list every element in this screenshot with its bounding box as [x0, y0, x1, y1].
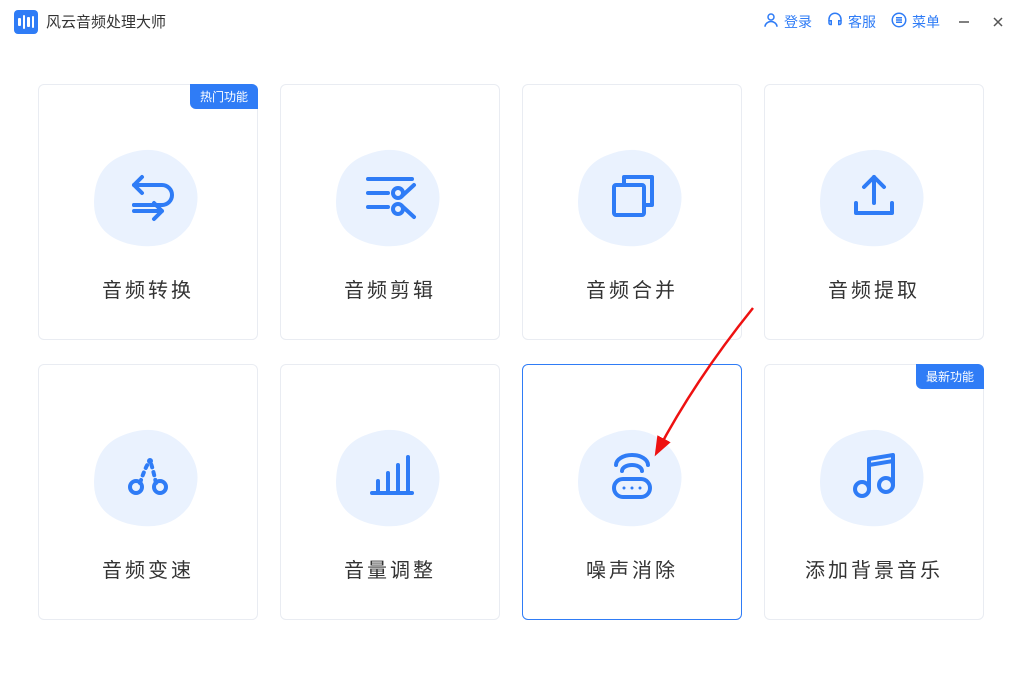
card-label: 音频提取: [828, 274, 920, 303]
login-button[interactable]: 登录: [762, 11, 812, 32]
badge-new: 最新功能: [916, 364, 984, 389]
app-logo: [14, 10, 38, 34]
menu-icon: [890, 11, 908, 32]
support-button[interactable]: 客服: [826, 11, 876, 32]
convert-icon: [116, 163, 180, 232]
titlebar-left: 风云音频处理大师: [14, 10, 166, 34]
cut-icon: [358, 163, 422, 232]
titlebar: 风云音频处理大师 登录 客服 菜单: [0, 0, 1022, 44]
card-volume-adjust[interactable]: 音量调整: [280, 364, 500, 620]
card-noise-cancel[interactable]: 噪声消除: [522, 364, 742, 620]
headset-icon: [826, 11, 844, 32]
card-audio-convert[interactable]: 热门功能 音频转换: [38, 84, 258, 340]
card-label: 音量调整: [344, 554, 436, 583]
speed-icon: [116, 443, 180, 512]
card-audio-merge[interactable]: 音频合并: [522, 84, 742, 340]
bgmusic-icon: [842, 443, 906, 512]
merge-icon: [600, 163, 664, 232]
user-icon: [762, 11, 780, 32]
card-label: 噪声消除: [586, 554, 678, 583]
menu-label: 菜单: [912, 12, 940, 32]
card-label: 音频合并: [586, 274, 678, 303]
volume-icon: [358, 443, 422, 512]
feature-grid: 热门功能 音频转换: [0, 44, 1022, 620]
minimize-button[interactable]: [954, 12, 974, 32]
card-bg-music[interactable]: 最新功能 添加背景音乐: [764, 364, 984, 620]
titlebar-right: 登录 客服 菜单: [762, 11, 1008, 32]
card-label: 音频转换: [102, 274, 194, 303]
card-audio-cut[interactable]: 音频剪辑: [280, 84, 500, 340]
card-audio-speed[interactable]: 音频变速: [38, 364, 258, 620]
card-label: 音频剪辑: [344, 274, 436, 303]
card-label: 音频变速: [102, 554, 194, 583]
support-label: 客服: [848, 12, 876, 32]
login-label: 登录: [784, 12, 812, 32]
menu-button[interactable]: 菜单: [890, 11, 940, 32]
close-button[interactable]: [988, 12, 1008, 32]
extract-icon: [842, 163, 906, 232]
card-label: 添加背景音乐: [805, 554, 943, 583]
card-audio-extract[interactable]: 音频提取: [764, 84, 984, 340]
badge-hot: 热门功能: [190, 84, 258, 109]
app-title: 风云音频处理大师: [46, 11, 166, 32]
denoise-icon: [600, 443, 664, 512]
